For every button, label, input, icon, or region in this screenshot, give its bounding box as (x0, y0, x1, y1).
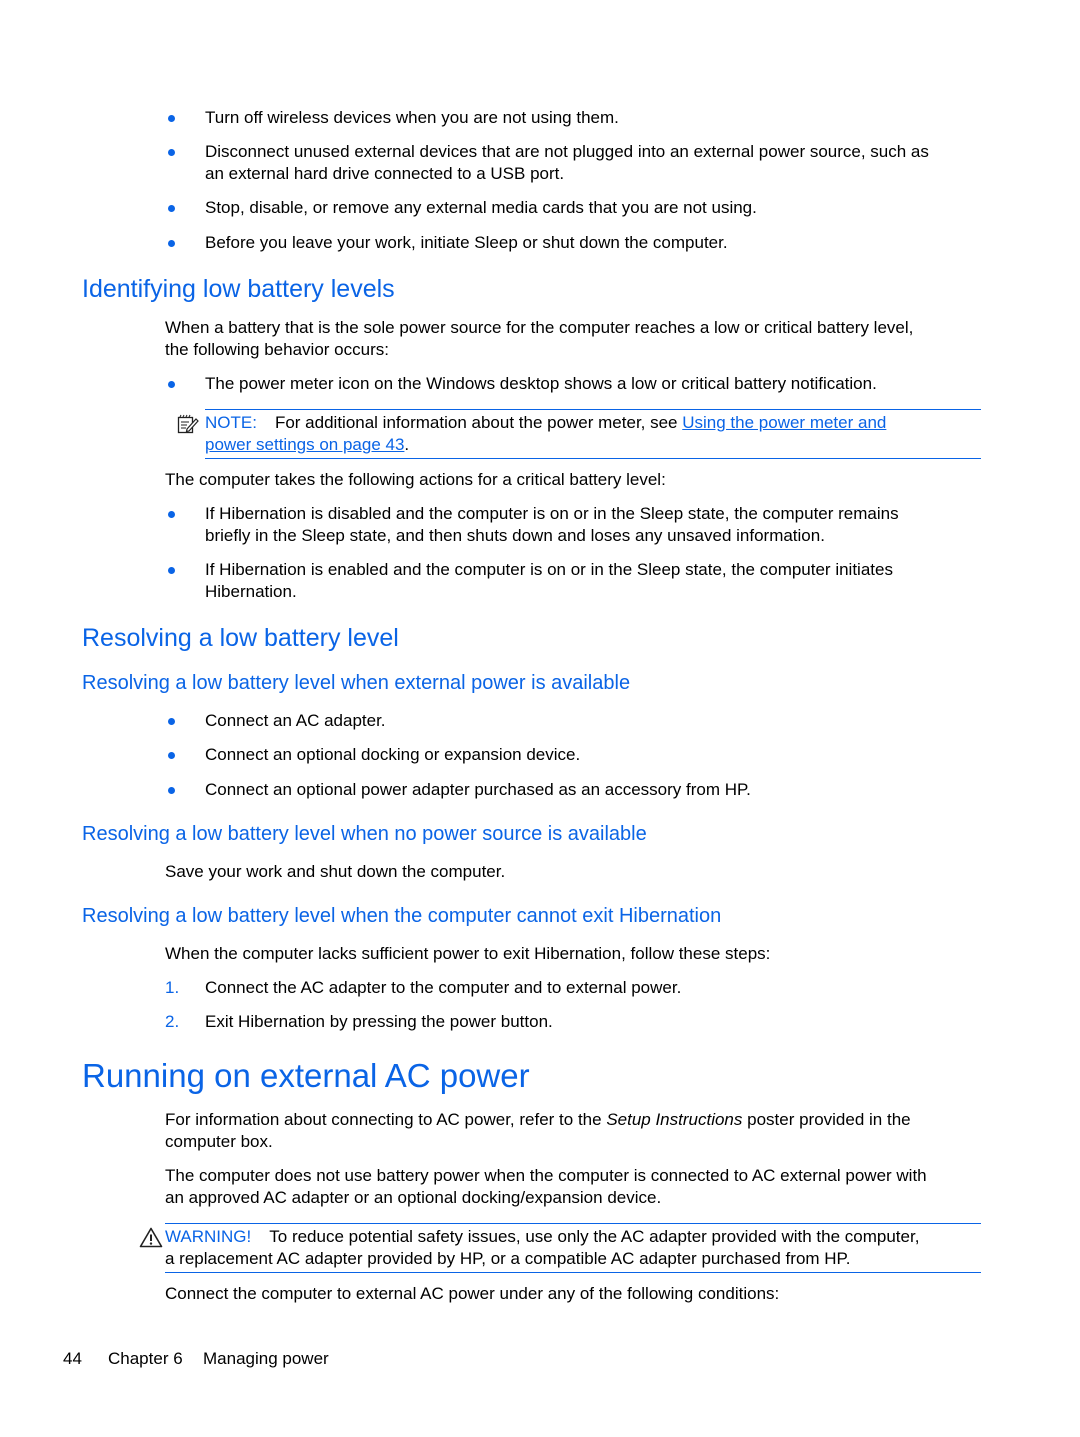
warning-text: a replacement AC adapter provided by HP,… (165, 1249, 851, 1268)
paragraph: The computer does not use battery power … (165, 1166, 927, 1185)
subsection-heading-no-power: Resolving a low battery level when no po… (82, 823, 647, 845)
footer-chapter-title: Managing power (203, 1349, 329, 1368)
warning-text: To reduce potential safety issues, use o… (269, 1227, 920, 1246)
note-label: NOTE: (205, 413, 257, 432)
bullet-icon (168, 149, 175, 156)
subsection-heading-external-power: Resolving a low battery level when exter… (82, 672, 631, 694)
paragraph: an approved AC adapter or an optional do… (165, 1188, 662, 1207)
bullet-icon (168, 787, 175, 794)
warning-label: WARNING! (165, 1227, 252, 1246)
bullet-icon (168, 240, 175, 247)
paragraph: When a battery that is the sole power so… (165, 318, 914, 337)
note-pencil-icon (177, 414, 199, 434)
bullet-text: Disconnect unused external devices that … (205, 142, 929, 161)
bullet-icon (168, 752, 175, 759)
bullet-text: briefly in the Sleep state, and then shu… (205, 526, 825, 545)
paragraph: For information about connecting to AC p… (165, 1110, 911, 1129)
paragraph: The computer takes the following actions… (165, 470, 666, 489)
power-meter-link[interactable]: power settings on page 43 (205, 435, 404, 454)
bullet-text: Connect an optional power adapter purcha… (205, 780, 751, 799)
power-meter-link[interactable]: Using the power meter and (682, 413, 886, 432)
step-text: Connect the AC adapter to the computer a… (205, 978, 682, 997)
note-trailing: . (404, 435, 410, 454)
page-number: 44 (63, 1349, 82, 1368)
paragraph: When the computer lacks sufficient power… (165, 944, 771, 963)
bullet-text: If Hibernation is disabled and the compu… (205, 504, 899, 523)
step-number: 2. (165, 1012, 180, 1031)
paragraph: computer box. (165, 1132, 273, 1151)
bullet-text: If Hibernation is enabled and the comput… (205, 560, 893, 579)
step-number: 1. (165, 978, 180, 997)
warning-triangle-icon (139, 1227, 163, 1248)
note-text: For additional information about the pow… (274, 413, 683, 432)
subsection-heading-hibernation: Resolving a low battery level when the c… (82, 905, 722, 927)
note-top-rule (205, 409, 981, 410)
setup-instructions-title: Setup Instructions (606, 1110, 743, 1129)
bullet-text: Turn off wireless devices when you are n… (205, 108, 619, 127)
warning-top-rule (165, 1223, 981, 1224)
bullet-text: Connect an optional docking or expansion… (205, 745, 581, 764)
bullet-text: Stop, disable, or remove any external me… (205, 198, 757, 217)
note-bottom-rule (205, 458, 981, 459)
chapter-section-heading: Running on external AC power (82, 1057, 530, 1094)
bullet-icon (168, 567, 175, 574)
bullet-text: Connect an AC adapter. (205, 711, 386, 730)
warning-bottom-rule (165, 1272, 981, 1273)
bullet-text: The power meter icon on the Windows desk… (205, 374, 877, 393)
bullet-icon (168, 205, 175, 212)
section-heading-resolving: Resolving a low battery level (82, 624, 399, 652)
footer-chapter: Chapter 6 (108, 1349, 183, 1368)
step-text: Exit Hibernation by pressing the power b… (205, 1012, 553, 1031)
bullet-text: Before you leave your work, initiate Sle… (205, 233, 728, 252)
bullet-text: Hibernation. (205, 582, 297, 601)
paragraph: the following behavior occurs: (165, 340, 389, 359)
section-heading-identifying: Identifying low battery levels (82, 275, 395, 303)
bullet-icon (168, 381, 175, 388)
bullet-icon (168, 511, 175, 518)
bullet-icon (168, 718, 175, 725)
paragraph: Save your work and shut down the compute… (165, 862, 506, 881)
paragraph: Connect the computer to external AC powe… (165, 1284, 780, 1303)
bullet-text: an external hard drive connected to a US… (205, 164, 565, 183)
bullet-icon (168, 115, 175, 122)
